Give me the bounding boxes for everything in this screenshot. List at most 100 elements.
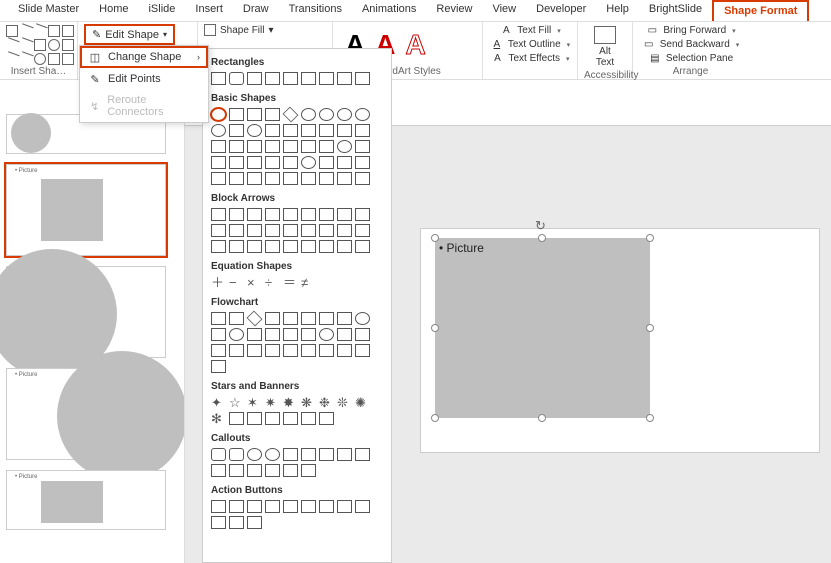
gallery-heading-block-arrows: Block Arrows: [211, 193, 383, 204]
thumb-label: • Picture: [15, 372, 37, 378]
chevron-down-icon: ▾: [566, 55, 570, 63]
tab-help[interactable]: Help: [596, 0, 639, 21]
resize-handle-sw[interactable]: [431, 414, 439, 422]
gallery-heading-callouts: Callouts: [211, 433, 383, 444]
send-backward-icon: ▭: [642, 39, 656, 50]
gallery-row-equation-shapes[interactable]: ＋−×÷＝≠: [211, 276, 383, 289]
shape-fill-button[interactable]: Shape Fill ▾: [204, 24, 274, 36]
edit-points-icon: ✎: [88, 72, 102, 86]
wordart-style-3[interactable]: A: [405, 29, 425, 61]
reroute-icon: ↯: [88, 99, 101, 113]
change-shape-label: Change Shape: [108, 51, 181, 63]
fill-swatch-icon: [204, 24, 216, 36]
edit-shape-icon: ✎: [92, 28, 101, 41]
chevron-down-icon: ▾: [163, 30, 167, 39]
bring-forward-button[interactable]: ▭ Bring Forward ▾: [645, 24, 735, 37]
selection-pane-label: Selection Pane: [666, 53, 733, 64]
group-label-arrange: Arrange: [639, 66, 742, 79]
text-effects-icon: A: [490, 53, 504, 64]
selection-pane-icon: ▤: [648, 53, 662, 64]
thumb-layout-5[interactable]: • Picture: [6, 470, 166, 530]
shape-oval[interactable]: [211, 108, 226, 121]
tab-islide[interactable]: iSlide: [138, 0, 185, 21]
send-backward-label: Send Backward: [660, 39, 730, 50]
text-outline-label: Text Outline: [508, 39, 561, 50]
thumb-layout-2[interactable]: • Picture: [6, 164, 166, 256]
gallery-row-callouts[interactable]: [211, 448, 383, 477]
tab-transitions[interactable]: Transitions: [279, 0, 352, 21]
chevron-down-icon: ▾: [557, 27, 561, 35]
tab-review[interactable]: Review: [426, 0, 482, 21]
ribbon-tabs: Slide Master Home iSlide Insert Draw Tra…: [0, 0, 831, 22]
text-outline-icon: A: [490, 39, 504, 50]
resize-handle-se[interactable]: [646, 414, 654, 422]
gallery-heading-stars-banners: Stars and Banners: [211, 381, 383, 392]
gallery-heading-flowchart: Flowchart: [211, 297, 383, 308]
slide-thumbnails-pane[interactable]: • Picture • Picture • Picture • Picture: [0, 108, 185, 563]
tab-developer[interactable]: Developer: [526, 0, 596, 21]
menu-reroute-connectors: ↯ Reroute Connectors: [80, 90, 208, 122]
shape-fill-label: Shape Fill: [220, 25, 264, 36]
picture-placeholder[interactable]: [435, 238, 650, 418]
change-shape-icon: ◫: [88, 50, 102, 64]
placeholder-label: • Picture: [439, 241, 484, 255]
gallery-row-rectangles[interactable]: [211, 72, 383, 85]
reroute-connectors-label: Reroute Connectors: [107, 94, 200, 118]
tab-animations[interactable]: Animations: [352, 0, 426, 21]
edit-shape-menu: ◫ Change Shape › ✎ Edit Points ↯ Reroute…: [79, 45, 209, 123]
edit-points-label: Edit Points: [108, 73, 161, 85]
selection-pane-button[interactable]: ▤ Selection Pane: [648, 52, 733, 65]
edit-shape-button[interactable]: ✎ Edit Shape ▾: [84, 24, 175, 45]
text-effects-button[interactable]: A Text Effects ▾: [490, 52, 569, 65]
tab-shape-format[interactable]: Shape Format: [712, 0, 809, 21]
chevron-down-icon: ▾: [736, 41, 740, 49]
thumb-label: • Picture: [15, 474, 37, 480]
main-area: • Picture • Picture • Picture • Picture …: [0, 108, 831, 563]
tab-insert[interactable]: Insert: [185, 0, 233, 21]
text-outline-button[interactable]: A Text Outline ▾: [490, 38, 570, 51]
chevron-down-icon: ▾: [567, 41, 571, 49]
alt-text-button[interactable]: Alt Text: [584, 24, 626, 70]
alt-text-label: Alt Text: [590, 46, 620, 68]
group-label-accessibility: Accessibility: [584, 70, 626, 83]
gallery-heading-action-buttons: Action Buttons: [211, 485, 383, 496]
tab-home[interactable]: Home: [89, 0, 138, 21]
tab-draw[interactable]: Draw: [233, 0, 279, 21]
chevron-down-icon: ▾: [732, 27, 736, 35]
gallery-row-flowchart[interactable]: [211, 312, 383, 373]
resize-handle-s[interactable]: [538, 414, 546, 422]
rotate-handle[interactable]: [535, 218, 547, 230]
resize-handle-n[interactable]: [538, 234, 546, 242]
gallery-row-block-arrows[interactable]: [211, 208, 383, 253]
gallery-row-stars-banners[interactable]: ✦☆✶✷✸❋❉❊✺✻: [211, 396, 383, 425]
send-backward-button[interactable]: ▭ Send Backward ▾: [642, 38, 740, 51]
tab-view[interactable]: View: [482, 0, 526, 21]
chevron-down-icon: ▾: [268, 25, 273, 36]
resize-handle-e[interactable]: [646, 324, 654, 332]
edit-shape-label: Edit Shape: [105, 29, 159, 41]
resize-handle-w[interactable]: [431, 324, 439, 332]
gallery-heading-rectangles: Rectangles: [211, 57, 383, 68]
gallery-row-action-buttons[interactable]: [211, 500, 383, 529]
resize-handle-nw[interactable]: [431, 234, 439, 242]
menu-change-shape[interactable]: ◫ Change Shape ›: [80, 46, 208, 68]
text-fill-button[interactable]: A Text Fill ▾: [499, 24, 560, 37]
shape-gallery[interactable]: Rectangles Basic Shapes Block Arrows Equ…: [202, 48, 392, 563]
thumb-layout-3[interactable]: • Picture: [6, 266, 166, 358]
thumb-label: • Picture: [15, 168, 37, 174]
thumb-layout-4[interactable]: • Picture: [6, 368, 166, 460]
menu-edit-points[interactable]: ✎ Edit Points: [80, 68, 208, 90]
bring-forward-icon: ▭: [645, 25, 659, 36]
group-label-insert-shapes: Insert Sha…: [6, 66, 71, 79]
gallery-row-basic-shapes[interactable]: [211, 108, 383, 185]
gallery-heading-equation-shapes: Equation Shapes: [211, 261, 383, 272]
bring-forward-label: Bring Forward: [663, 25, 726, 36]
gallery-heading-basic-shapes: Basic Shapes: [211, 93, 383, 104]
tab-slide-master[interactable]: Slide Master: [8, 0, 89, 21]
alt-text-icon: [594, 26, 616, 44]
text-effects-label: Text Effects: [508, 53, 560, 64]
shapes-preset-grid[interactable]: [6, 25, 74, 65]
resize-handle-ne[interactable]: [646, 234, 654, 242]
tab-brightslide[interactable]: BrightSlide: [639, 0, 712, 21]
text-fill-icon: A: [499, 25, 513, 36]
